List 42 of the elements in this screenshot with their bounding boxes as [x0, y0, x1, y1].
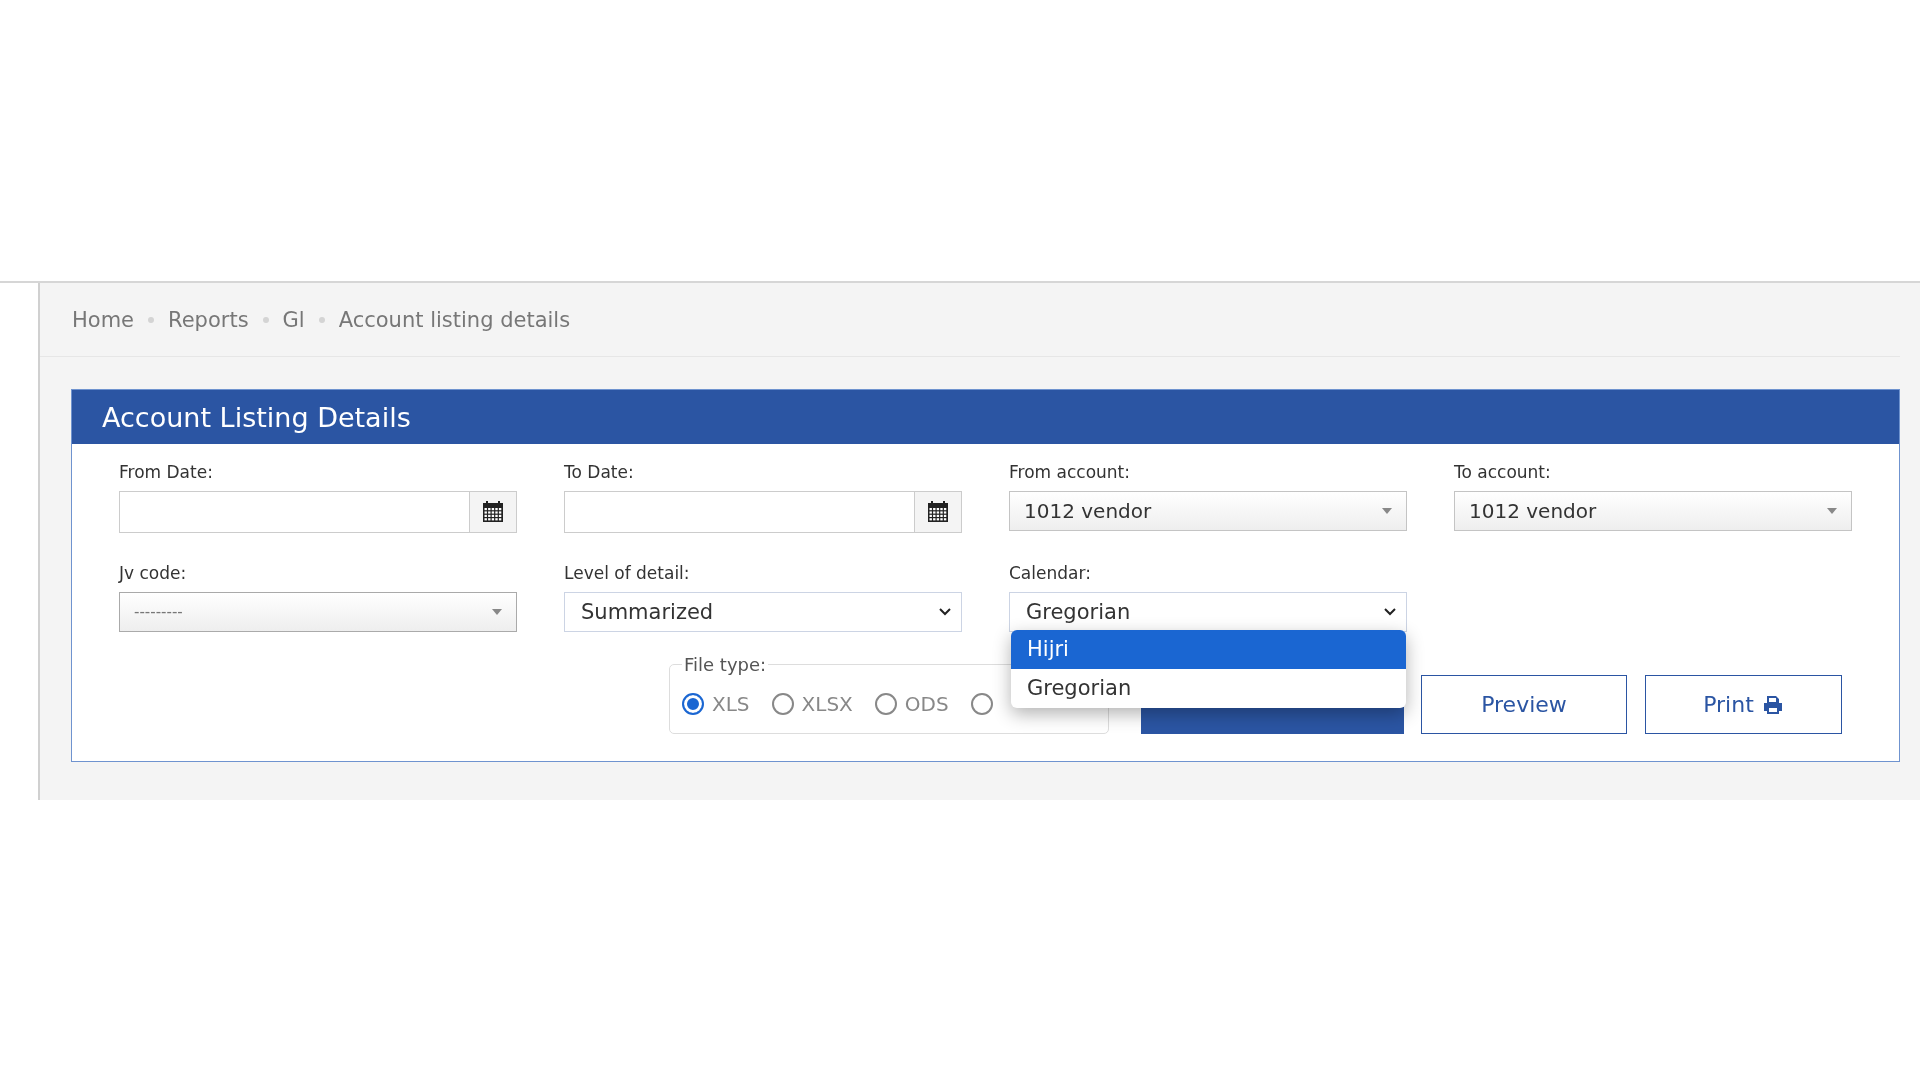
breadcrumb-separator-icon	[318, 316, 325, 323]
date-field[interactable]	[119, 491, 517, 533]
select-field[interactable]: 1012 vendor	[1009, 491, 1407, 531]
radio-label[interactable]: ODS	[904, 692, 949, 716]
select-field[interactable]: Summarized	[564, 592, 962, 632]
field-label: To Date:	[564, 462, 635, 482]
dropdown-option[interactable]: Gregorian	[1011, 669, 1406, 708]
file-type-legend: File type:	[682, 654, 769, 675]
preview-button[interactable]: Preview	[1421, 675, 1627, 734]
field-label: From Date:	[119, 462, 214, 482]
select-field[interactable]: 1012 vendor	[1454, 491, 1852, 531]
chevron-down-icon	[939, 608, 951, 616]
breadcrumb-link[interactable]: Account listing details	[338, 307, 571, 332]
caret-icon	[492, 609, 502, 615]
field-label: Jv code:	[119, 563, 188, 583]
radio-label[interactable]: XLS	[712, 692, 750, 716]
printer-icon	[1761, 694, 1784, 715]
breadcrumb-separator-icon	[262, 316, 269, 323]
select-field[interactable]: Gregorian	[1009, 592, 1407, 632]
radio-button[interactable]	[970, 693, 993, 715]
panel-title: Account Listing Details	[102, 401, 411, 433]
radio-button[interactable]	[682, 693, 704, 715]
select-field[interactable]: ---------	[119, 592, 517, 632]
radio-button[interactable]	[771, 693, 794, 715]
caret-icon	[1827, 508, 1837, 514]
dropdown-option[interactable]: Hijri	[1011, 630, 1406, 669]
caret-icon	[1382, 508, 1392, 514]
breadcrumb-link[interactable]: Gl	[282, 307, 305, 332]
calendar-icon[interactable]	[481, 500, 505, 524]
breadcrumb-link[interactable]: Home	[72, 307, 134, 332]
chevron-down-icon	[1384, 608, 1396, 616]
field-label: Calendar:	[1009, 563, 1092, 583]
radio-button[interactable]	[874, 693, 897, 715]
date-field[interactable]	[564, 491, 962, 533]
breadcrumb-separator-icon	[148, 316, 154, 323]
radio-label[interactable]: XLSX	[801, 692, 853, 716]
field-label: From account:	[1009, 462, 1131, 482]
field-label: Level of detail:	[564, 563, 691, 583]
print-button[interactable]: Print	[1645, 675, 1842, 734]
calendar-icon[interactable]	[926, 500, 950, 524]
field-label: To account:	[1454, 462, 1552, 482]
breadcrumb-link[interactable]: Reports	[168, 307, 249, 332]
